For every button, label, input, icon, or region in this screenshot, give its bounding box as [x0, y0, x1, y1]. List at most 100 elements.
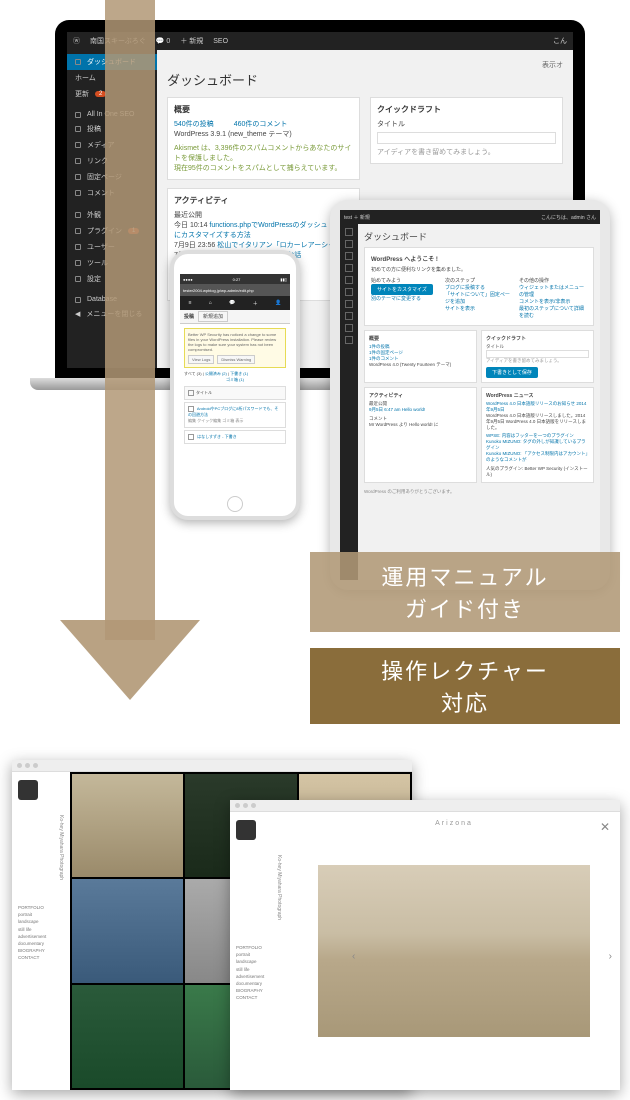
row-checkbox[interactable]: [188, 434, 194, 440]
new-post-button[interactable]: 新規追加: [198, 311, 228, 322]
traffic-light-icon[interactable]: [25, 763, 30, 768]
wp-version: WordPress 3.9.1 (new_theme テーマ): [174, 129, 353, 139]
draft-content-placeholder[interactable]: アイディアを書き留めてみましょう。: [377, 147, 556, 157]
view-site-link[interactable]: サイトを表示: [445, 305, 513, 312]
view-logs-button[interactable]: View Logs: [188, 355, 214, 364]
wp-admin-bar[interactable]: ≡ ⌂ 💬 ＋ 👤: [180, 296, 290, 310]
draft-title-input[interactable]: [377, 132, 556, 144]
nav-biography[interactable]: BIOGRAPHY: [18, 947, 64, 954]
comments-toggle-link[interactable]: コメントを表示/非表示: [519, 298, 587, 305]
add-page-link[interactable]: 「サイトについて」固定ページを追加: [445, 291, 513, 305]
post-row[interactable]: はなしすずき - 下書き: [184, 430, 286, 444]
comment-icon[interactable]: 💬: [229, 300, 235, 306]
nav-portrait[interactable]: portrait: [236, 951, 282, 958]
status-time: 0:27: [233, 277, 241, 282]
photographer-name: Ko-hey Miyahara Photograph: [236, 855, 282, 935]
phone-mockup: ●●●● 0:27 ▮▮▯ tester2004.wpblog.jp/wp-ad…: [170, 250, 300, 520]
filter-trash[interactable]: ゴミ箱 (1): [184, 377, 286, 383]
post-filter: すべて (3) | 公開済み (2) | 下書き (1) ゴミ箱 (1): [184, 371, 286, 383]
nav-contact[interactable]: CONTACT: [18, 954, 64, 961]
tablet-greeting[interactable]: こんにちは、admin さん: [541, 214, 596, 221]
close-icon[interactable]: ✕: [600, 820, 610, 834]
akismet-line1: Akismet は、3,396件のスパムコメントからあなたのサイトを保護しました…: [174, 143, 353, 163]
greeting[interactable]: こん: [553, 36, 567, 46]
settings-icon[interactable]: [345, 336, 353, 344]
nav-portrait[interactable]: portrait: [18, 911, 64, 918]
browser-chrome: [12, 760, 412, 772]
screen-options-tab[interactable]: 表示オ: [167, 60, 563, 70]
comments-count[interactable]: 460件のコメント: [234, 119, 288, 129]
nav-landscape[interactable]: landscape: [18, 918, 64, 925]
change-theme-link[interactable]: 別のテーマに変更する: [371, 295, 439, 302]
nav-stilllife[interactable]: still life: [236, 966, 282, 973]
filter-published[interactable]: 公開済み (2): [205, 371, 227, 376]
media-icon[interactable]: [345, 252, 353, 260]
appearance-icon[interactable]: [345, 288, 353, 296]
post-row[interactable]: AndroidやPCブログに8桁パスワードでも、その回避方法 編集 クイック編集…: [184, 402, 286, 428]
wp-news-widget: WordPress ニュース WordPress 4.0 日本語版リリースのお知…: [481, 387, 594, 483]
prev-icon[interactable]: ‹: [352, 951, 355, 962]
posts-tabs: 投稿 新規追加: [180, 310, 290, 324]
filter-all[interactable]: すべて (3): [184, 371, 202, 376]
activity-item[interactable]: にカスタマイズする方法: [174, 230, 353, 240]
pages-icon[interactable]: [345, 264, 353, 272]
traffic-light-icon[interactable]: [251, 803, 256, 808]
dashboard-icon[interactable]: [345, 228, 353, 236]
nav-documentary[interactable]: documentary: [18, 940, 64, 947]
user-icon[interactable]: 👤: [275, 300, 281, 306]
draft-title-label: タイトル: [377, 119, 556, 129]
filter-draft[interactable]: 下書き (1): [230, 371, 248, 376]
browser-url-bar[interactable]: tester2004.wpblog.jp/wp-admin/edit.php: [180, 284, 290, 296]
welcome-col3-h: その他の操作: [519, 277, 587, 284]
traffic-light-icon[interactable]: [33, 763, 38, 768]
gallery-thumb[interactable]: [72, 879, 183, 982]
write-post-link[interactable]: ブログに投稿する: [445, 284, 513, 291]
add-icon[interactable]: ＋: [253, 300, 258, 307]
menu-icon[interactable]: ≡: [189, 300, 192, 306]
traffic-light-icon[interactable]: [17, 763, 22, 768]
nav-landscape[interactable]: landscape: [236, 958, 282, 965]
posts-tab[interactable]: 投稿: [184, 313, 194, 320]
plugins-icon[interactable]: [345, 300, 353, 308]
portfolio-logo-icon[interactable]: [236, 820, 256, 840]
posts-icon[interactable]: [345, 240, 353, 248]
nav-advertisement[interactable]: advertisement: [236, 973, 282, 980]
gallery-thumb[interactable]: [72, 985, 183, 1088]
dismiss-button[interactable]: Dismiss Warning: [217, 355, 255, 364]
select-all-checkbox[interactable]: [188, 390, 194, 396]
wp-admin-bar[interactable]: test ＋ 新規 こんにちは、admin さん: [340, 210, 600, 224]
akismet-line2: 現在95件のコメントをスパムとして捕らえています。: [174, 163, 353, 173]
activity-heading: アクティビティ: [174, 195, 353, 206]
nav-biography[interactable]: BIOGRAPHY: [236, 987, 282, 994]
customize-button[interactable]: サイトをカスタマイズ: [371, 284, 433, 295]
traffic-light-icon[interactable]: [243, 803, 248, 808]
tablet-site[interactable]: test ＋ 新規: [344, 214, 370, 221]
recent-published-label: 最近公開: [174, 210, 353, 220]
nav-advertisement[interactable]: advertisement: [18, 933, 64, 940]
activity-item[interactable]: 7月9日 23:56 松山でイタリアン「ロカーレアーシャ: [174, 240, 353, 250]
nav-portfolio[interactable]: PORTFOLIO: [18, 904, 64, 911]
save-draft-button[interactable]: 下書きとして保存: [486, 367, 538, 378]
draft-title-input[interactable]: [486, 350, 589, 358]
seo-menu[interactable]: SEO: [213, 38, 228, 45]
nav-portfolio[interactable]: PORTFOLIO: [236, 944, 282, 951]
welcome-sub: 初めての方に便利なリンクを集めました。: [371, 266, 587, 273]
traffic-light-icon[interactable]: [235, 803, 240, 808]
wp-footer: WordPress のご利用ありがとうございます。: [364, 489, 594, 495]
home-icon[interactable]: ⌂: [209, 300, 212, 306]
widgets-link[interactable]: ウィジェットまたはメニューの管理: [519, 284, 587, 298]
comments-icon[interactable]: [345, 276, 353, 284]
nav-documentary[interactable]: documentary: [236, 980, 282, 987]
home-button[interactable]: [227, 496, 243, 512]
portfolio-logo-icon[interactable]: [18, 780, 38, 800]
tools-icon[interactable]: [345, 324, 353, 332]
activity-item[interactable]: 今日 10:14 functions.phpでWordPressのダッシュ: [174, 220, 353, 230]
gallery-thumb[interactable]: [72, 774, 183, 877]
welcome-heading: WordPress へようこそ !: [371, 254, 587, 263]
overview-widget: 概要 1件の投稿 1件の固定ページ 1件のコメント WordPress 4.0 …: [364, 330, 477, 383]
learn-more-link[interactable]: 最初のステップについて詳細を読む: [519, 305, 587, 319]
next-icon[interactable]: ›: [609, 951, 612, 962]
nav-contact[interactable]: CONTACT: [236, 994, 282, 1001]
users-icon[interactable]: [345, 312, 353, 320]
nav-stilllife[interactable]: still life: [18, 926, 64, 933]
